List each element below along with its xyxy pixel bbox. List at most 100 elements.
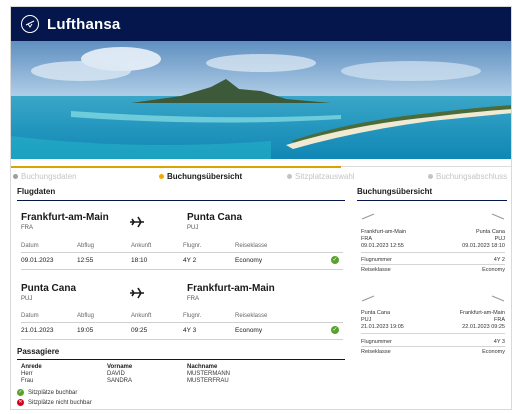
col-header-class: Reiseklasse [235, 313, 268, 319]
step-booking-data[interactable]: Buchungsdaten [13, 172, 77, 181]
flight-class: Economy [235, 327, 263, 334]
summary-title: Buchungsübersicht [357, 187, 433, 196]
check-circle-icon: ✓ [17, 389, 24, 396]
airplane-icon [130, 287, 144, 299]
section-divider [17, 359, 345, 360]
summary-to-code: FRA [494, 317, 505, 323]
summary-arrival-datetime: 09.01.2023 18:10 [462, 243, 505, 249]
site-header: Lufthansa [11, 7, 511, 41]
col-header-date: Datum [21, 243, 39, 249]
step-dot-icon [428, 174, 433, 179]
progress-bar [11, 166, 341, 168]
row-divider [21, 339, 343, 340]
legend-not-bookable: ✕ Sitzplätze nicht buchbar [17, 399, 92, 406]
legend-label: Sitzplätze nicht buchbar [28, 399, 92, 406]
col-header-class: Reiseklasse [235, 243, 268, 249]
flight-class: Economy [235, 257, 263, 264]
seats-bookable-check-icon: ✓ [331, 326, 339, 334]
flight-data-title: Flugdaten [17, 187, 56, 196]
summary-from-code: FRA [361, 236, 372, 242]
summary-flight-no-label: Flugnummer [361, 339, 392, 345]
arrival-code: FRA [187, 296, 199, 302]
legend-bookable: ✓ Sitzplätze buchbar [17, 389, 77, 396]
brand-name[interactable]: Lufthansa [47, 16, 120, 33]
step-dot-icon [287, 174, 292, 179]
pax-header-last-name: Nachname [187, 364, 218, 370]
flight-departure-time: 12:55 [77, 257, 94, 264]
summary-divider [361, 252, 505, 253]
col-header-flight-no: Flugnr. [183, 313, 202, 319]
summary-class: Economy [482, 349, 505, 355]
airplane-icon [130, 216, 144, 228]
summary-class-label: Reiseklasse [361, 267, 391, 273]
booking-progress-steps: Buchungsdaten Buchungsübersicht Sitzplat… [11, 166, 511, 182]
flight-arrival-time: 09:25 [131, 327, 148, 334]
summary-flight-no: 4Y 2 [493, 257, 505, 263]
takeoff-icon [361, 295, 375, 302]
col-header-arrival: Ankunft [131, 243, 152, 249]
hero-banner-image [11, 41, 511, 159]
summary-class-label: Reiseklasse [361, 349, 391, 355]
pax-header-first-name: Vorname [107, 364, 133, 370]
booking-page: Lufthansa Buchungsdaten Buchungsübersich… [10, 6, 512, 410]
summary-departure-datetime: 21.01.2023 19:05 [361, 324, 404, 330]
pax-last-name: MUSTERMANN [187, 371, 230, 377]
summary-to-city: Frankfurt-am-Main [459, 310, 505, 316]
summary-class: Economy [482, 267, 505, 273]
departure-city: Frankfurt-am-Main [21, 212, 109, 223]
row-divider [21, 322, 343, 323]
section-divider [357, 200, 507, 201]
flight-departure-time: 19:05 [77, 327, 94, 334]
flight-date: 09.01.2023 [21, 257, 54, 264]
summary-flight-no: 4Y 3 [493, 339, 505, 345]
col-header-departure: Abflug [77, 243, 95, 249]
col-header-departure: Abflug [77, 313, 95, 319]
step-dot-icon [13, 174, 18, 179]
col-header-flight-no: Flugnr. [183, 243, 202, 249]
x-circle-icon: ✕ [17, 399, 24, 406]
step-label: Buchungsabschluss [436, 172, 508, 181]
summary-to-city: Punta Cana [475, 229, 505, 235]
summary-flight-no-label: Flugnummer [361, 257, 392, 263]
summary-departure-datetime: 09.01.2023 12:55 [361, 243, 404, 249]
summary-from-city: Frankfurt-am-Main [361, 229, 407, 235]
landing-icon [491, 213, 505, 220]
pax-last-name: MUSTERFRAU [187, 378, 229, 384]
summary-divider [361, 333, 505, 334]
legend-label: Sitzplätze buchbar [28, 389, 78, 396]
summary-from-city: Punta Cana [361, 310, 391, 316]
col-header-date: Datum [21, 313, 39, 319]
summary-arrival-datetime: 22.01.2023 09:25 [462, 324, 505, 330]
row-divider [21, 269, 343, 270]
summary-divider [361, 264, 505, 265]
passengers-title: Passagiere [17, 347, 60, 356]
step-booking-overview[interactable]: Buchungsübersicht [159, 172, 242, 181]
departure-code: FRA [21, 225, 33, 231]
step-seat-selection[interactable]: Sitzplatzauswahl [287, 172, 355, 181]
step-label: Buchungsdaten [21, 172, 77, 181]
arrival-city: Frankfurt-am-Main [187, 283, 275, 294]
arrival-code: PUJ [187, 225, 199, 231]
step-label: Sitzplatzauswahl [295, 172, 355, 181]
departure-code: PUJ [21, 296, 33, 302]
flight-number: 4Y 3 [183, 327, 197, 334]
pax-first-name: SANDRA [107, 378, 133, 384]
step-booking-completion[interactable]: Buchungsabschluss [428, 172, 507, 181]
summary-from-code: PUJ [361, 317, 372, 323]
flight-number: 4Y 2 [183, 257, 197, 264]
step-label: Buchungsübersicht [167, 172, 243, 181]
pax-header-salutation: Anrede [21, 364, 42, 370]
flight-arrival-time: 18:10 [131, 257, 148, 264]
pax-first-name: DAVID [107, 371, 125, 377]
departure-city: Punta Cana [21, 283, 77, 294]
pax-salutation: Herr [21, 371, 33, 377]
seats-bookable-check-icon: ✓ [331, 256, 339, 264]
col-header-arrival: Ankunft [131, 313, 152, 319]
pax-salutation: Frau [21, 378, 34, 384]
step-dot-icon [159, 174, 164, 179]
section-divider [17, 200, 345, 201]
crane-logo-icon[interactable] [21, 15, 39, 33]
row-divider [21, 252, 343, 253]
summary-divider [361, 346, 505, 347]
summary-to-code: PUJ [494, 236, 505, 242]
